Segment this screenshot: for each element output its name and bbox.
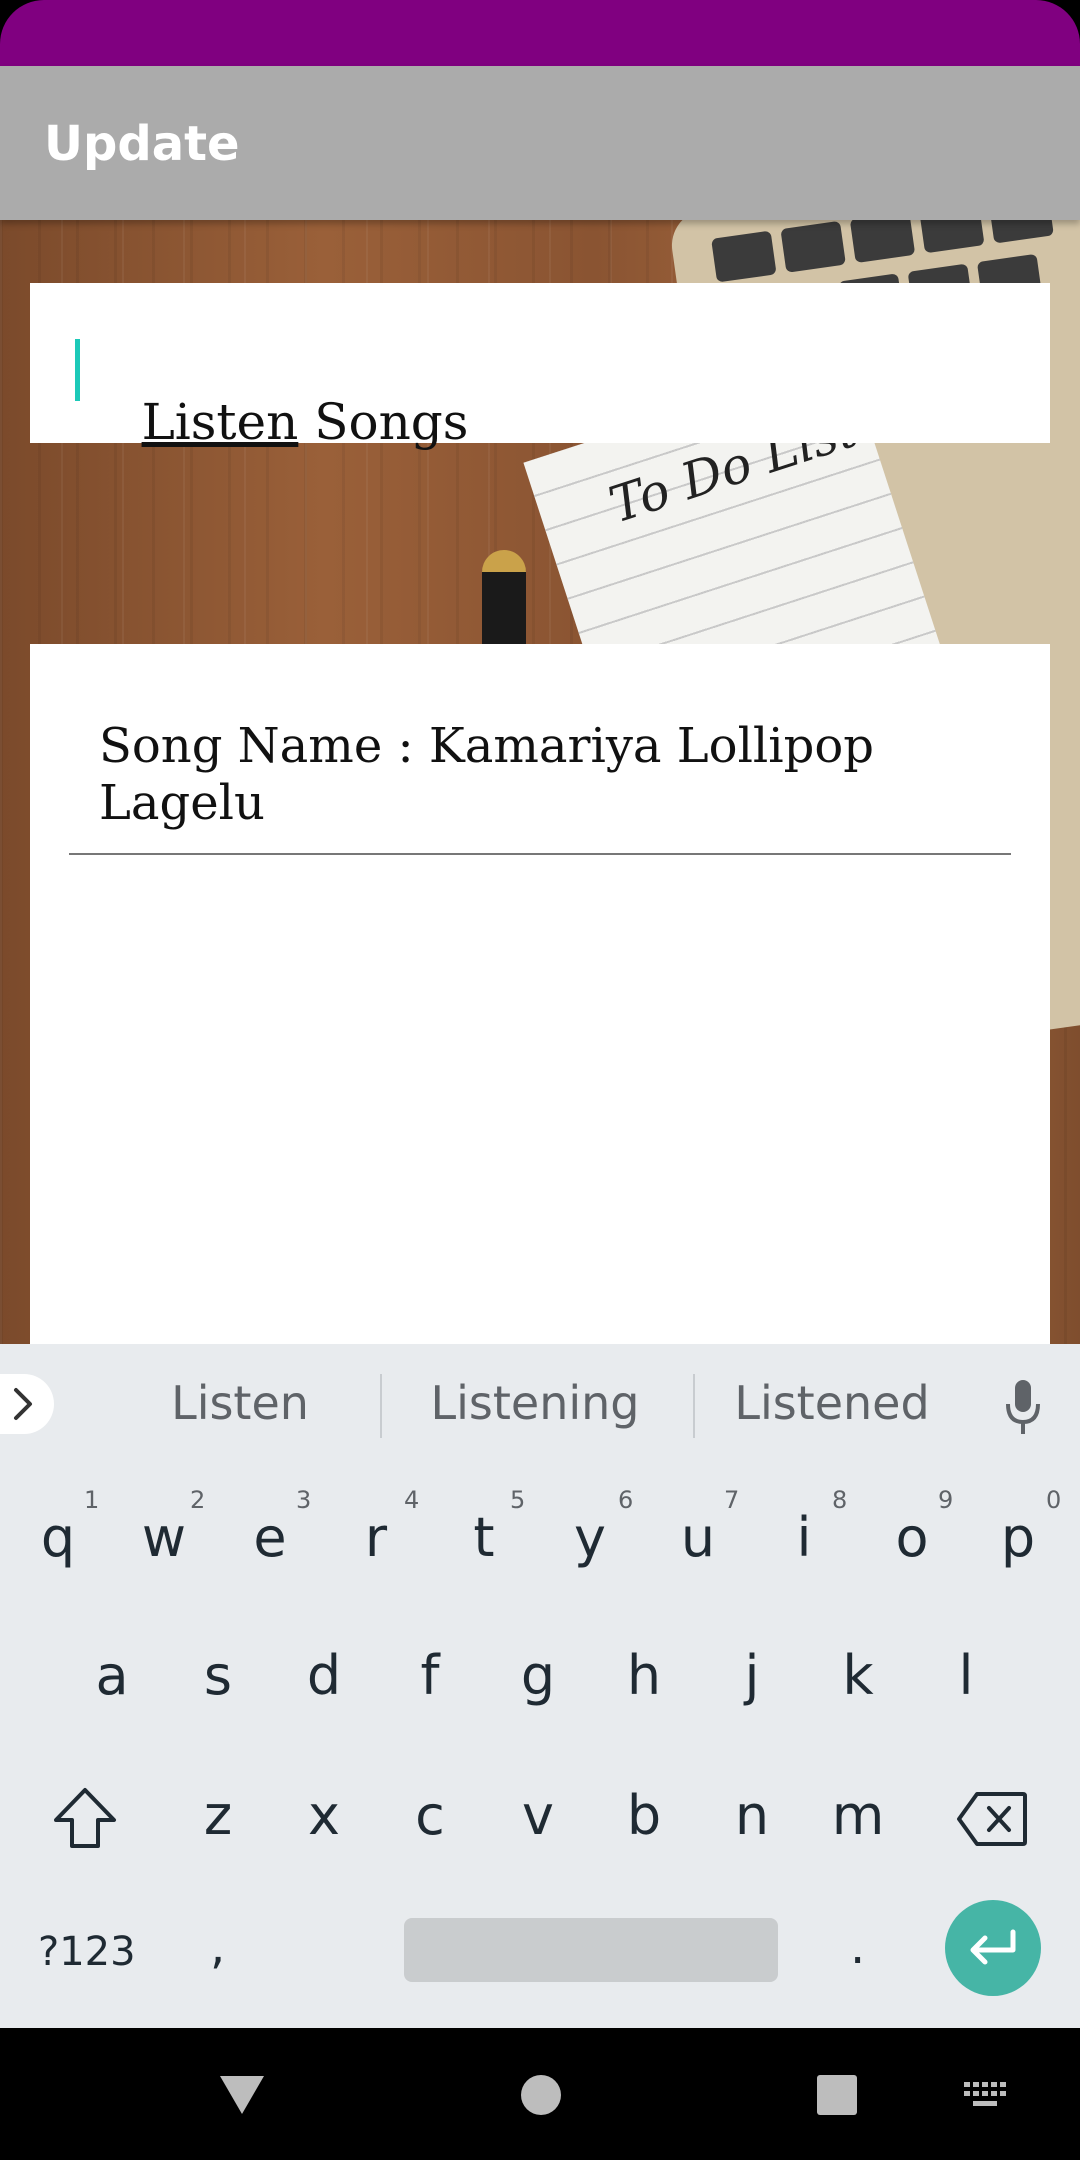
key-p[interactable]: p	[968, 1506, 1068, 1569]
symbols-key[interactable]: ?123	[38, 1929, 136, 1975]
key-i[interactable]: i	[754, 1506, 854, 1569]
task-input-rest: Songs	[298, 393, 469, 451]
app-bar: Update	[0, 66, 1080, 220]
text-cursor	[75, 339, 80, 401]
key-m[interactable]: m	[808, 1784, 908, 1847]
mic-icon[interactable]	[1003, 1378, 1043, 1438]
key-a[interactable]: a	[62, 1644, 162, 1707]
key-z[interactable]: z	[168, 1784, 268, 1847]
key-l[interactable]: l	[916, 1644, 1016, 1707]
keyboard-icon[interactable]	[964, 2082, 1008, 2108]
suggestion-2[interactable]: Listening	[400, 1376, 670, 1430]
key-t[interactable]: t	[434, 1506, 534, 1569]
suggestion-1[interactable]: Listen	[120, 1376, 360, 1430]
song-name-field[interactable]: Song Name : Kamariya Lollipop Lagelu	[99, 718, 959, 832]
key-w[interactable]: w	[114, 1506, 214, 1569]
suggestion-divider	[693, 1374, 695, 1438]
key-b[interactable]: b	[594, 1784, 694, 1847]
key-u[interactable]: u	[648, 1506, 748, 1569]
shift-icon[interactable]	[50, 1784, 120, 1854]
suggestion-3[interactable]: Listened	[712, 1376, 952, 1430]
backspace-icon[interactable]	[955, 1790, 1029, 1848]
key-e[interactable]: e	[220, 1506, 320, 1569]
task-input-composing-word: Listen	[141, 393, 299, 451]
task-input[interactable]: Listen Songs	[75, 335, 469, 509]
space-bar[interactable]	[404, 1918, 778, 1982]
page-title: Update	[44, 116, 240, 172]
key-f[interactable]: f	[380, 1644, 480, 1707]
detail-card: Song Name : Kamariya Lollipop Lagelu	[30, 644, 1050, 1344]
suggestion-divider	[380, 1374, 382, 1438]
key-s[interactable]: s	[168, 1644, 268, 1707]
circle-home-icon[interactable]	[520, 2074, 562, 2116]
key-r[interactable]: r	[326, 1506, 426, 1569]
navigation-bar	[0, 2028, 1080, 2160]
song-field-underline	[69, 853, 1011, 855]
square-recents-icon[interactable]	[816, 2074, 858, 2116]
key-y[interactable]: y	[540, 1506, 640, 1569]
key-d[interactable]: d	[274, 1644, 374, 1707]
key-c[interactable]: c	[380, 1784, 480, 1847]
chevron-right-icon[interactable]	[0, 1374, 54, 1434]
suggestion-bar: Listen Listening Listened	[0, 1344, 1080, 1464]
soft-keyboard: Listen Listening Listened 1 2 3 4 5 6 7 …	[0, 1344, 1080, 2028]
key-h[interactable]: h	[594, 1644, 694, 1707]
task-input-card[interactable]: Listen Songs	[30, 283, 1050, 451]
key-q[interactable]: q	[8, 1506, 108, 1569]
key-g[interactable]: g	[488, 1644, 588, 1707]
key-x[interactable]: x	[274, 1784, 374, 1847]
key-o[interactable]: o	[862, 1506, 962, 1569]
key-n[interactable]: n	[702, 1784, 802, 1847]
comma-key[interactable]: ,	[210, 1919, 225, 1975]
status-bar	[0, 0, 1080, 66]
enter-icon[interactable]	[945, 1900, 1041, 1996]
triangle-back-icon[interactable]	[218, 2074, 266, 2116]
key-j[interactable]: j	[702, 1644, 802, 1707]
key-v[interactable]: v	[488, 1784, 588, 1847]
key-k[interactable]: k	[808, 1644, 908, 1707]
period-key[interactable]: .	[850, 1919, 865, 1975]
